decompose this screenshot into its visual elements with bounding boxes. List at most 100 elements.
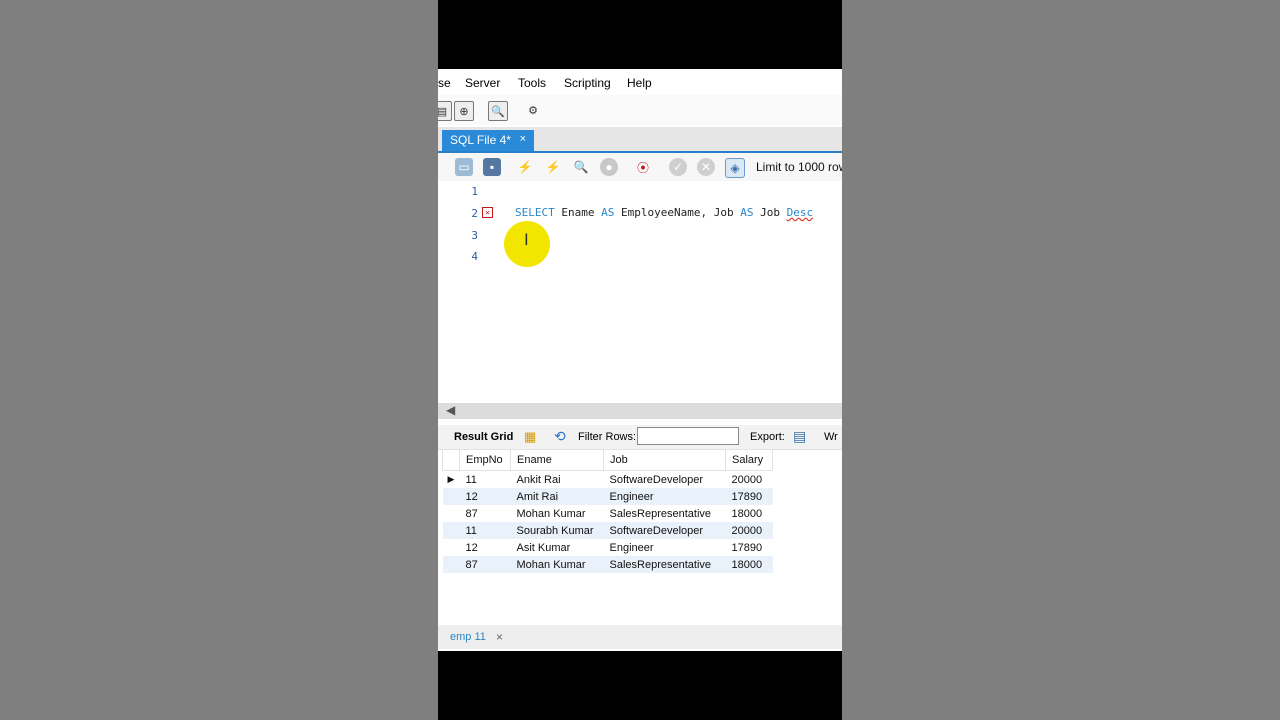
cell[interactable]: SalesRepresentative <box>603 556 726 573</box>
menu-item-scripting[interactable]: Scripting <box>564 76 611 90</box>
row-indicator <box>442 488 460 505</box>
cell[interactable]: Engineer <box>603 488 726 505</box>
cell[interactable]: 12 <box>460 539 511 556</box>
menu-item-database[interactable]: se <box>438 76 451 90</box>
menu-item-server[interactable]: Server <box>465 76 500 90</box>
result-tab-strip: emp 11 × <box>438 625 842 649</box>
main-toolbar: ▤ ⊕ 🔍 ⚙ <box>438 95 842 125</box>
cell[interactable]: SalesRepresentative <box>604 505 726 522</box>
top-black-bar <box>438 0 842 69</box>
scroll-left-icon[interactable]: ◀ <box>446 403 455 417</box>
toggle-icon[interactable]: ⦿ <box>634 158 652 176</box>
code-text: Job <box>753 206 787 219</box>
tab-sql-file-4[interactable]: SQL File 4* × <box>442 130 534 151</box>
query-tab-strip: SQL File 4* × <box>438 127 842 153</box>
cell[interactable]: SoftwareDeveloper <box>603 522 726 539</box>
sql-keyword: AS <box>740 206 754 219</box>
horizontal-scrollbar[interactable]: ◀ <box>438 403 842 419</box>
result-grid: EmpNo Ename Job Salary ▶ 11 Ankit Rai So… <box>442 449 773 573</box>
right-blur-background <box>842 0 1280 720</box>
explain-magnifier-icon[interactable]: 🔍 <box>572 158 590 176</box>
row-indicator <box>442 522 460 539</box>
close-icon[interactable]: × <box>496 630 503 644</box>
code-text: EmployeeName, Job <box>614 206 741 219</box>
cell[interactable]: 20000 <box>725 522 773 539</box>
open-folder-icon[interactable]: ▭ <box>455 158 473 176</box>
cell[interactable]: Mohan Kumar <box>511 505 604 522</box>
grid-header-row: EmpNo Ename Job Salary <box>442 449 773 471</box>
reconnect-icon[interactable]: ⚙ <box>524 101 542 119</box>
table-row[interactable]: 11 Sourabh Kumar SoftwareDeveloper 20000 <box>442 522 773 539</box>
filter-rows-input[interactable] <box>637 427 739 445</box>
export-label: Export: <box>750 431 785 443</box>
cell[interactable]: 17890 <box>725 488 773 505</box>
cell[interactable]: Engineer <box>604 539 726 556</box>
cell[interactable]: Sourabh Kumar <box>510 522 604 539</box>
table-row[interactable]: 87 Mohan Kumar SalesRepresentative 18000 <box>443 505 773 522</box>
commit-icon[interactable]: ✓ <box>669 158 687 176</box>
editor-toolbar: ▭ ▪ ⚡ ⚡ 🔍 ● ⦿ ✓ ✕ ◈ Limit to 1000 row <box>438 153 842 182</box>
query-icon[interactable]: ▤ <box>438 101 452 121</box>
row-indicator-header <box>442 449 460 471</box>
row-indicator <box>443 505 460 522</box>
column-header[interactable]: Salary <box>725 449 773 471</box>
row-indicator <box>442 556 460 573</box>
cell[interactable]: 18000 <box>726 505 773 522</box>
autocommit-icon[interactable]: ◈ <box>725 158 745 178</box>
cell[interactable]: 17890 <box>726 539 773 556</box>
table-row[interactable]: 12 Asit Kumar Engineer 17890 <box>443 539 773 556</box>
menu-bar: se Server Tools Scripting Help <box>438 69 842 95</box>
code-text: Ename <box>554 206 602 219</box>
inspector-icon[interactable]: 🔍 <box>488 101 508 121</box>
wrap-label[interactable]: Wr <box>824 431 838 443</box>
error-word: Desc <box>786 206 814 219</box>
code-line: SELECT Ename AS EmployeeName, Job AS Job… <box>515 206 813 219</box>
refresh-icon[interactable]: ⟲ <box>554 428 566 445</box>
left-blur-background <box>0 0 438 720</box>
tab-label: SQL File 4* <box>450 133 511 147</box>
close-icon[interactable]: × <box>520 133 526 145</box>
result-grid-label[interactable]: Result Grid <box>454 431 513 443</box>
sql-editor[interactable]: 1 2 3 4 ✕ SELECT Ename AS EmployeeName, … <box>438 181 842 403</box>
rollback-icon[interactable]: ✕ <box>697 158 715 176</box>
table-row[interactable]: ▶ 11 Ankit Rai SoftwareDeveloper 20000 <box>443 471 773 489</box>
menu-item-tools[interactable]: Tools <box>518 76 546 90</box>
export-icon[interactable]: ▤ <box>793 428 806 445</box>
stop-icon[interactable]: ● <box>600 158 618 176</box>
save-icon[interactable]: ▪ <box>483 158 501 176</box>
cell[interactable]: 11 <box>459 522 511 539</box>
line-number: 2 <box>471 207 478 220</box>
cell[interactable]: Amit Rai <box>510 488 604 505</box>
cell[interactable]: 11 <box>460 471 511 489</box>
execute-current-icon[interactable]: ⚡ <box>544 158 562 176</box>
cell[interactable]: Ankit Rai <box>511 471 604 489</box>
limit-rows-select[interactable]: Limit to 1000 row <box>756 160 842 174</box>
menu-item-help[interactable]: Help <box>627 76 652 90</box>
cell[interactable]: 12 <box>459 488 511 505</box>
line-number: 3 <box>471 229 478 242</box>
execute-lightning-icon[interactable]: ⚡ <box>516 158 534 176</box>
cell[interactable]: 18000 <box>725 556 773 573</box>
cell[interactable]: Mohan Kumar <box>510 556 604 573</box>
row-indicator <box>443 539 460 556</box>
sql-keyword: SELECT <box>515 206 555 219</box>
column-header[interactable]: Ename <box>510 449 604 471</box>
cell[interactable]: 87 <box>459 556 511 573</box>
sql-file-icon[interactable]: ⊕ <box>454 101 474 121</box>
bottom-black-bar <box>438 651 842 720</box>
sql-keyword: AS <box>601 206 615 219</box>
error-marker-icon[interactable]: ✕ <box>482 207 493 218</box>
workbench-window: se Server Tools Scripting Help ▤ ⊕ 🔍 ⚙ S… <box>438 69 842 651</box>
cell[interactable]: Asit Kumar <box>511 539 604 556</box>
cell[interactable]: 87 <box>460 505 511 522</box>
tab-emp-11[interactable]: emp 11 <box>450 631 486 643</box>
current-row-icon: ▶ <box>447 474 455 484</box>
table-row[interactable]: 12 Amit Rai Engineer 17890 <box>442 488 773 505</box>
cell[interactable]: 20000 <box>726 471 773 489</box>
cell[interactable]: SoftwareDeveloper <box>604 471 726 489</box>
column-header[interactable]: Job <box>603 449 726 471</box>
column-header[interactable]: EmpNo <box>459 449 511 471</box>
filter-rows-label: Filter Rows: <box>578 431 637 443</box>
grid-icon[interactable]: ▦ <box>524 429 536 445</box>
table-row[interactable]: 87 Mohan Kumar SalesRepresentative 18000 <box>442 556 773 573</box>
